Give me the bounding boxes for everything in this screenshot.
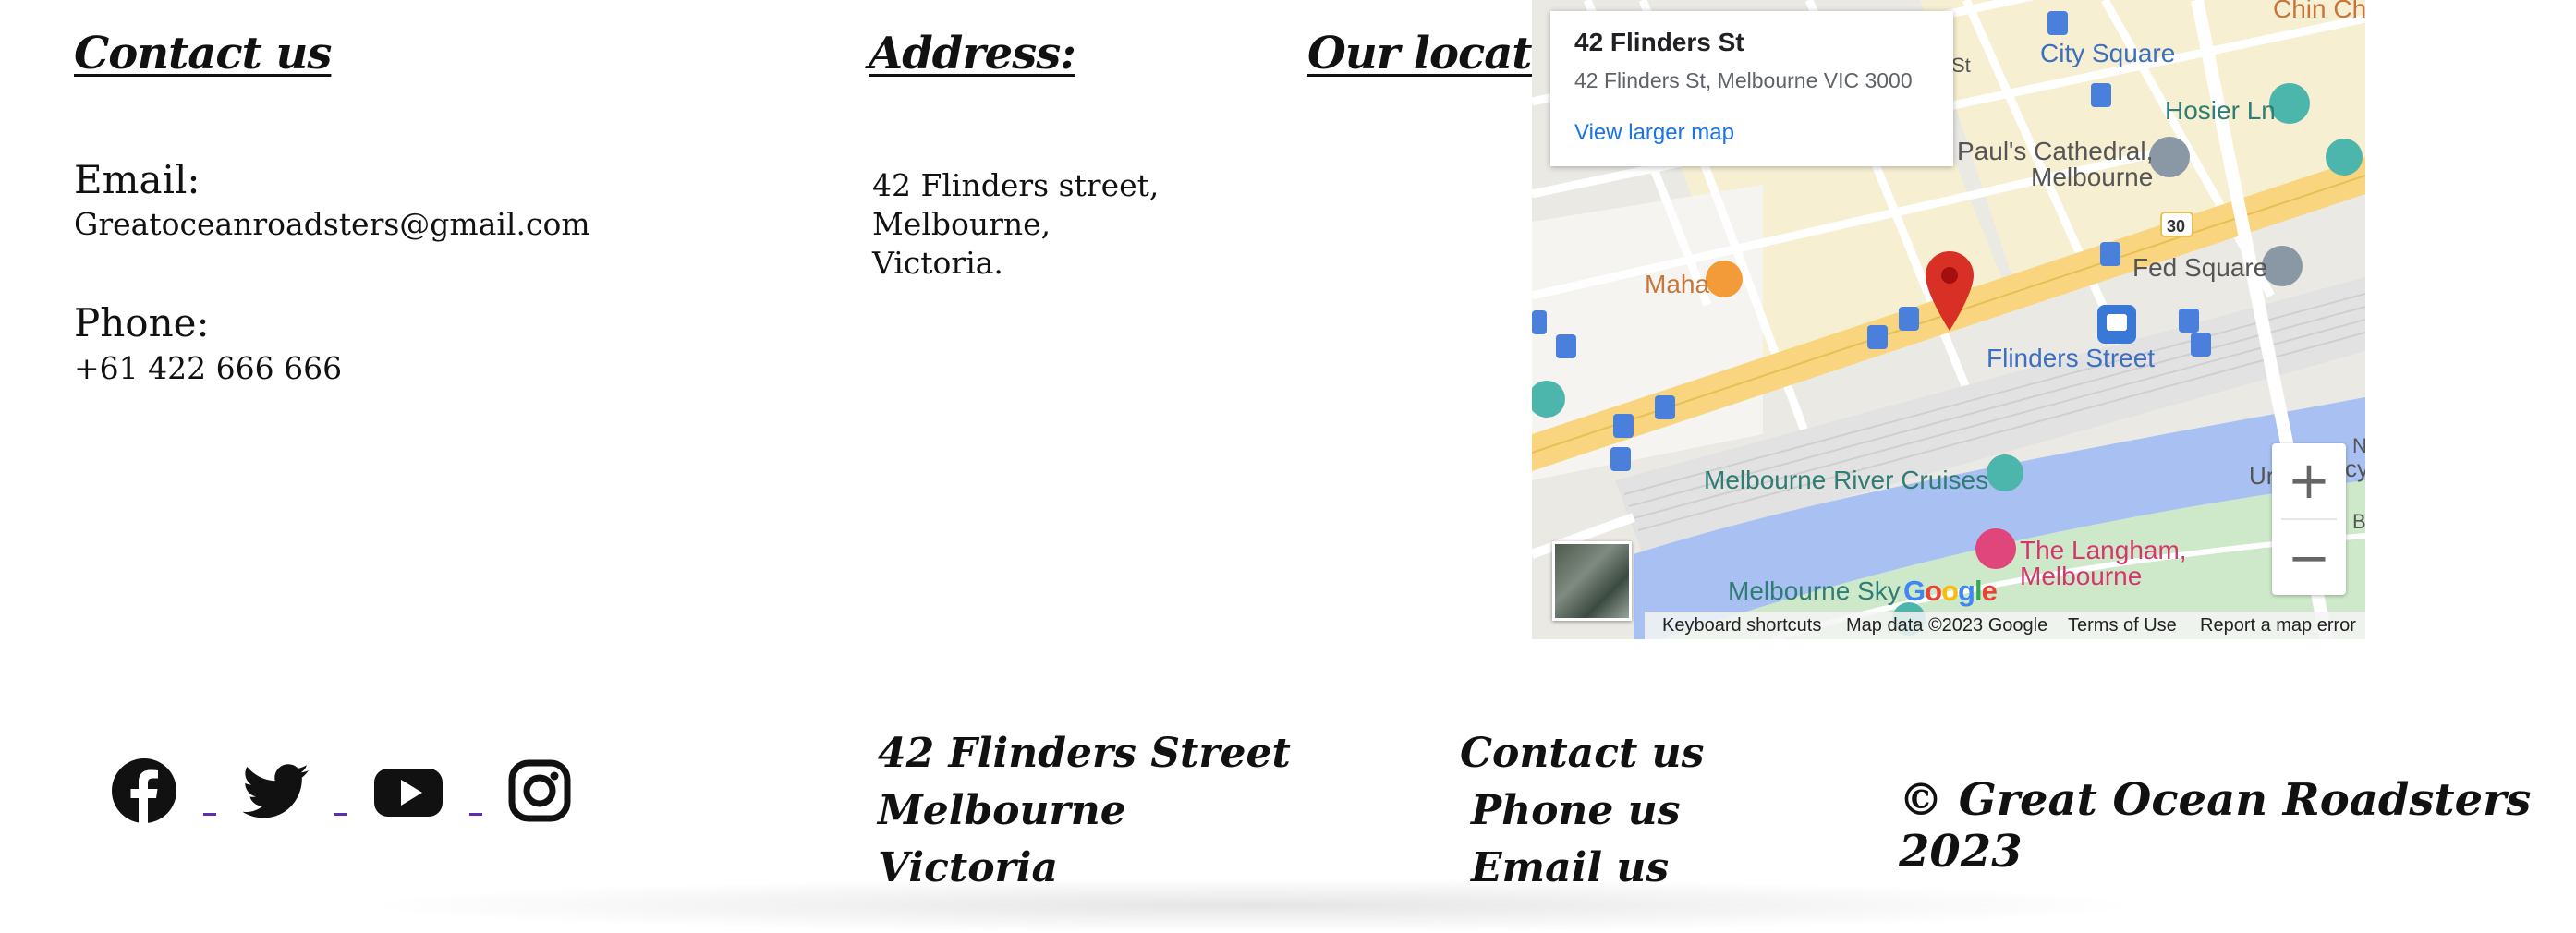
address-line-3: Victoria. xyxy=(872,245,1003,281)
google-logo: Google xyxy=(1903,575,1998,607)
youtube-icon[interactable] xyxy=(372,757,444,824)
zoom-out-button[interactable]: − xyxy=(2272,521,2346,595)
satellite-view-toggle[interactable] xyxy=(1552,541,1632,621)
social-link-underline xyxy=(334,813,347,816)
map-route-30: 30 xyxy=(2167,217,2186,236)
address-heading: Address: xyxy=(869,28,1076,79)
copyright-text: © Great Ocean Roadsters 2023 xyxy=(1899,774,2532,878)
map-info-card: 42 Flinders St 42 Flinders St, Melbourne… xyxy=(1550,11,1953,166)
map-card-title: 42 Flinders St xyxy=(1574,28,1744,56)
report-map-error-link[interactable]: Report a map error xyxy=(2200,615,2356,636)
zoom-in-button[interactable]: + xyxy=(2272,443,2346,517)
map-label-fed-square: Fed Square xyxy=(2132,253,2268,282)
map-label-street: St xyxy=(1951,54,1971,77)
twitter-icon[interactable] xyxy=(240,757,310,824)
address-line-1: 42 Flinders street, xyxy=(872,167,1160,203)
address-line-2: Melbourne, xyxy=(872,206,1051,242)
keyboard-shortcuts-link[interactable]: Keyboard shortcuts xyxy=(1662,615,1821,636)
phone-value: +61 422 666 666 xyxy=(74,350,343,386)
map-label-chin-chin: Chin Chi xyxy=(2273,0,2365,23)
footer-address-line-2: Melbourne xyxy=(878,787,1126,834)
map-label-edge-b: B xyxy=(2352,510,2365,533)
map-label-st-pauls-2: Melbourne xyxy=(2031,163,2154,191)
map-label-city-square: City Square xyxy=(2040,39,2176,67)
zoom-divider xyxy=(2281,518,2337,520)
map-label-edge-n: N xyxy=(2352,434,2365,457)
map-zoom-controls: + − xyxy=(2272,443,2346,595)
map-card-address: 42 Flinders St, Melbourne VIC 3000 xyxy=(1574,68,1913,92)
phone-label: Phone: xyxy=(74,300,210,345)
footer-phone-link[interactable]: Phone us xyxy=(1471,782,1681,840)
map-label-flinders-street: Flinders Street xyxy=(1987,344,2156,372)
map-label-maha: Maha xyxy=(1645,270,1710,298)
email-label: Email: xyxy=(74,157,200,202)
footer-contact-link[interactable]: Contact us xyxy=(1460,725,1704,782)
map-label-edge-ur: Ur xyxy=(2249,462,2275,490)
instagram-icon[interactable] xyxy=(506,757,573,824)
view-larger-map-link[interactable]: View larger map xyxy=(1574,120,1734,146)
social-link-underline xyxy=(469,813,482,816)
social-link-underline xyxy=(203,813,216,816)
contact-heading: Contact us xyxy=(74,28,332,79)
page-bottom-shadow xyxy=(351,878,2153,933)
email-value: Greatoceanroadsters@gmail.com xyxy=(74,206,590,242)
map-data-text: Map data ©2023 Google xyxy=(1846,615,2048,636)
map-label-skydeck: Melbourne Sky xyxy=(1728,576,1901,605)
map-attribution-bar: Keyboard shortcuts Map data ©2023 Google… xyxy=(1532,612,2365,639)
map-label-hosier-ln: Hosier Ln xyxy=(2165,96,2276,125)
terms-of-use-link[interactable]: Terms of Use xyxy=(2068,615,2177,636)
map-label-river-cruises: Melbourne River Cruises xyxy=(1704,466,1989,494)
google-map-embed[interactable]: Chin Chi City Square St Hosier Ln Paul's… xyxy=(1532,0,2365,639)
map-label-edge-cy: cy xyxy=(2345,454,2365,482)
map-label-langham-2: Melbourne xyxy=(2020,562,2143,590)
facebook-icon[interactable] xyxy=(111,757,177,824)
footer-address-line-1: 42 Flinders Street xyxy=(878,730,1291,777)
